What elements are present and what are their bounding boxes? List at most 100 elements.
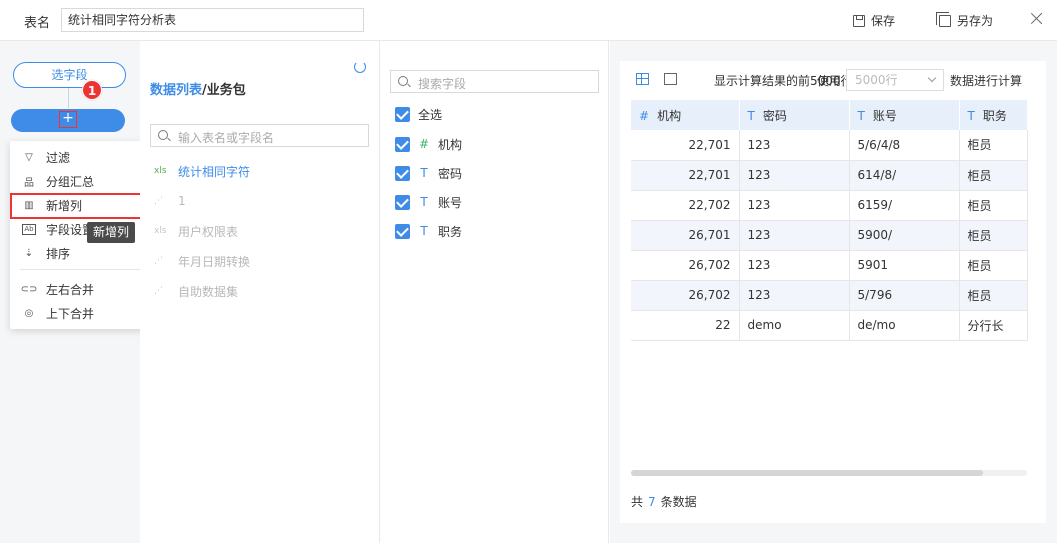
table-cell: 柜员 — [959, 220, 1028, 251]
table-cell: 22,701 — [631, 160, 740, 191]
field-item[interactable]: T 职务 — [395, 222, 462, 240]
menu-item-label: 过滤 — [46, 150, 71, 165]
compute-option-suffix: 数据进行计算 — [950, 74, 1023, 88]
table-cell: 5900/ — [849, 220, 960, 251]
number-type-icon: # — [639, 108, 650, 123]
field-item[interactable]: T 账号 — [395, 193, 462, 211]
list-item[interactable]: xls 统计相同字符 — [154, 162, 250, 180]
refresh-icon[interactable] — [354, 61, 366, 73]
close-icon[interactable] — [1029, 11, 1045, 27]
top-bar: 表名 统计相同字符分析表 保存 另存为 — [0, 0, 1057, 41]
chevron-down-icon — [927, 73, 937, 83]
row-count-prefix: 共 — [631, 495, 644, 509]
menu-item-sort[interactable]: ⇣ 排序 — [10, 241, 151, 265]
table-row: 22,701 123 5/6/4/8 柜员 — [631, 130, 1028, 161]
list-item[interactable]: ⋰ 年月日期转换 — [154, 252, 250, 270]
checkbox-checked-icon[interactable] — [395, 165, 410, 181]
list-item[interactable]: ⋰ 1 — [154, 192, 186, 210]
table-cell: 柜员 — [959, 160, 1028, 191]
select-all-checkbox[interactable]: 全选 — [395, 105, 442, 123]
table-cell: 22,702 — [631, 190, 740, 221]
save-as-button[interactable]: 另存为 — [936, 11, 993, 29]
text-type-icon: T — [747, 108, 755, 123]
highlight-box — [10, 193, 150, 219]
field-item[interactable]: T 密码 — [395, 164, 462, 182]
analysis-icon: ⋰ — [154, 196, 163, 206]
checkbox-checked-icon[interactable] — [395, 194, 410, 210]
text-type-icon: T — [967, 108, 975, 123]
menu-item-group-summary[interactable]: 品 分组汇总 — [10, 169, 151, 193]
row-count-suffix: 条数据 — [660, 495, 697, 509]
table-row: 26,702 123 5/796 柜员 — [631, 280, 1028, 311]
data-list-panel: 数据列表/业务包 输入表名或字段名 xls 统计相同字符 ⋰ 1 xls 用户权… — [140, 41, 380, 543]
menu-item-label: 分组汇总 — [46, 174, 95, 189]
save-icon — [853, 14, 865, 27]
table-cell: 柜员 — [959, 130, 1028, 161]
checkbox-checked-icon[interactable] — [395, 106, 410, 122]
save-button[interactable]: 保存 — [853, 12, 895, 29]
checkbox-checked-icon[interactable] — [395, 136, 410, 152]
table-name-input[interactable]: 统计相同字符分析表 — [61, 8, 364, 32]
list-item-label: 自助数据集 — [178, 284, 239, 299]
sort-icon: ⇣ — [24, 247, 34, 259]
table-view-icon[interactable] — [664, 73, 677, 85]
select-all-label: 全选 — [418, 107, 443, 122]
menu-item-filter[interactable]: ▽ 过滤 — [10, 145, 151, 169]
scrollbar-thumb[interactable] — [631, 470, 983, 476]
menu-item-label: 左右合并 — [46, 282, 95, 297]
column-label: 账号 — [872, 108, 897, 123]
field-label: 职务 — [438, 224, 463, 239]
table-search-input[interactable]: 输入表名或字段名 — [150, 124, 369, 147]
text-type-icon: T — [857, 108, 865, 123]
list-item[interactable]: ⋰ 自助数据集 — [154, 282, 238, 300]
column-header[interactable]: T 职务 — [959, 100, 1028, 130]
table-cell: 123 — [739, 190, 850, 221]
data-list-tab[interactable]: 数据列表 — [150, 83, 202, 98]
preview-table: # 机构 T 密码 T 账号 T 职务 22,701 123 5/6/4/8 柜员 22,70… — [631, 100, 1028, 341]
select-field-button[interactable]: 选字段 — [13, 62, 126, 88]
table-row: 26,702 123 5901 柜员 — [631, 250, 1028, 281]
save-label: 保存 — [871, 14, 896, 28]
list-item-label: 用户权限表 — [178, 224, 239, 239]
table-cell: demo — [739, 310, 850, 341]
table-cell: 柜员 — [959, 190, 1028, 221]
column-header[interactable]: T 账号 — [849, 100, 960, 130]
table-row: 22,701 123 614/8/柜员 — [631, 160, 1028, 191]
field-label: 机构 — [438, 137, 463, 152]
table-cell: 5/796 — [849, 280, 960, 311]
column-label: 职务 — [982, 108, 1007, 123]
table-cell: 614/8/ — [849, 160, 960, 191]
list-item[interactable]: xls 用户权限表 — [154, 222, 238, 240]
row-limit-select[interactable]: 5000行 — [846, 69, 944, 91]
field-settings-icon: Ab — [22, 223, 36, 235]
menu-divider — [20, 269, 141, 270]
menu-item-horizontal-merge[interactable]: ⊂⊃ 左右合并 — [10, 277, 151, 301]
vertical-merge-icon: ◎ — [24, 307, 34, 319]
table-cell: 22 — [631, 310, 740, 341]
field-label: 密码 — [438, 166, 463, 181]
row-limit-value: 5000行 — [855, 73, 898, 87]
filter-icon: ▽ — [25, 151, 33, 163]
text-type-icon: T — [420, 166, 428, 180]
horizontal-merge-icon: ⊂⊃ — [20, 283, 38, 295]
menu-item-vertical-merge[interactable]: ◎ 上下合并 — [10, 301, 151, 325]
column-header[interactable]: # 机构 — [631, 100, 740, 130]
plus-icon[interactable]: + — [59, 111, 77, 128]
business-package-tab[interactable]: /业务包 — [202, 83, 246, 98]
grid-view-icon[interactable] — [636, 73, 649, 85]
menu-item-label: 排序 — [46, 246, 71, 261]
table-cell: 柜员 — [959, 250, 1028, 281]
table-cell: de/mo — [849, 310, 960, 341]
save-as-icon — [936, 11, 951, 27]
checkbox-checked-icon[interactable] — [395, 223, 410, 239]
list-item-label: 1 — [178, 194, 186, 208]
horizontal-scrollbar[interactable] — [631, 470, 1027, 476]
table-cell: 123 — [739, 160, 850, 191]
column-label: 密码 — [762, 108, 787, 123]
column-header[interactable]: T 密码 — [739, 100, 850, 130]
field-item[interactable]: # 机构 — [395, 135, 462, 153]
field-search-input[interactable]: 搜索字段 — [390, 70, 599, 93]
analysis-icon: ⋰ — [154, 256, 163, 266]
group-icon: 品 — [24, 177, 34, 189]
row-count: 共 7 条数据 — [631, 493, 697, 510]
